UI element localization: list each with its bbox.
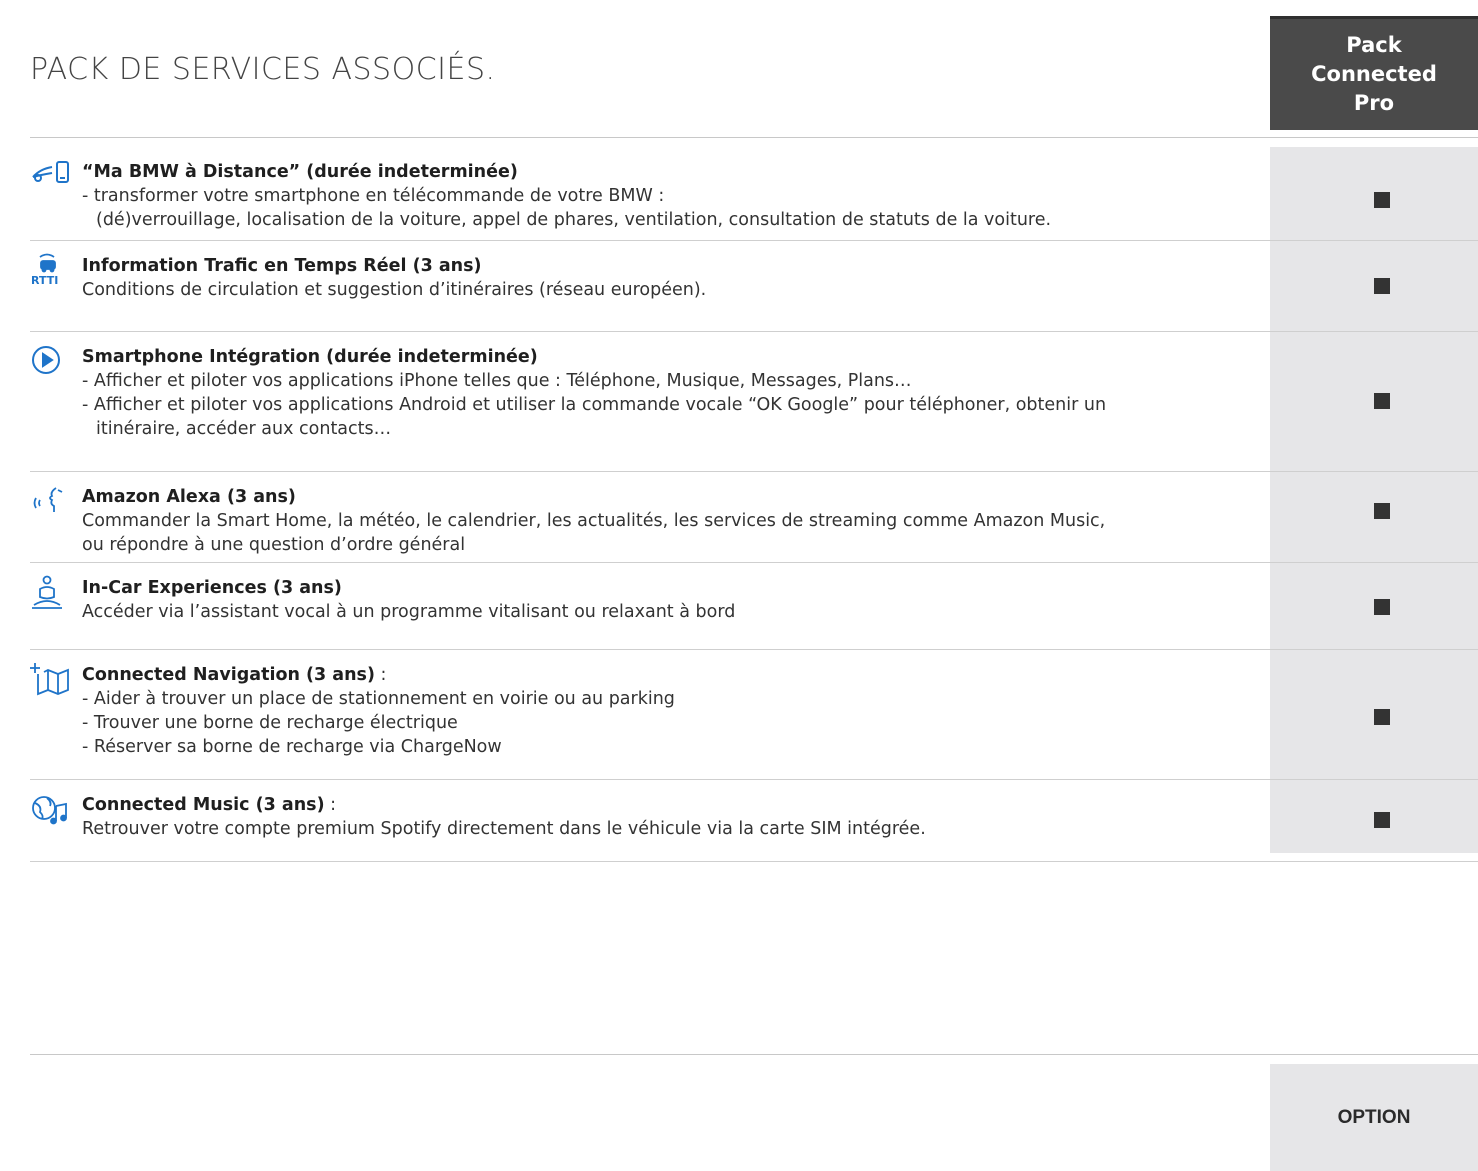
included-mark (1374, 192, 1390, 208)
service-row: “Ma BMW à Distance” (durée indeterminée)… (30, 147, 1478, 241)
service-description-line: (dé)verrouillage, localisation de la voi… (96, 210, 1052, 230)
service-row: Connected Music (3 ans) : Retrouver votr… (30, 780, 1478, 862)
service-description-line: - Réserver sa borne de recharge via Char… (82, 737, 502, 757)
remote-phone-car-icon (30, 159, 74, 193)
service-heading: Smartphone Intégration (durée indetermin… (82, 347, 538, 367)
pack-header-line: Pro (1353, 91, 1395, 115)
service-heading: Connected Navigation (3 ans) (82, 665, 375, 685)
service-description-line: - Afficher et piloter vos applications A… (82, 395, 1107, 415)
map-plus-icon (30, 662, 74, 696)
service-row: Connected Navigation (3 ans) : - Aider à… (30, 650, 1478, 780)
service-heading: Amazon Alexa (3 ans) (82, 487, 296, 507)
service-description-line: - transformer votre smartphone en téléco… (82, 186, 665, 206)
service-description-line: - Aider à trouver un place de stationnem… (82, 689, 675, 709)
included-mark (1374, 709, 1390, 725)
service-description-line: Retrouver votre compte premium Spotify d… (82, 819, 926, 839)
meditation-person-icon (30, 575, 74, 609)
included-mark (1374, 503, 1390, 519)
option-label: OPTION (1337, 1106, 1411, 1128)
globe-music-icon (30, 792, 74, 826)
pack-header-line: Pack (1346, 33, 1402, 57)
pack-column-header: Pack Connected Pro (1270, 16, 1478, 130)
service-description-line: ou répondre à une question d’ordre génér… (82, 535, 466, 555)
service-row: Amazon Alexa (3 ans) Commander la Smart … (30, 472, 1478, 563)
option-cell: OPTION (1270, 1064, 1478, 1171)
heading-suffix: : (324, 795, 337, 815)
service-description-line: Conditions de circulation et suggestion … (82, 280, 707, 300)
rtti-traffic-icon: RTTI (30, 253, 74, 287)
voice-assistant-icon (30, 484, 74, 518)
service-heading: Connected Music (3 ans) (82, 795, 325, 815)
header-divider (30, 137, 1478, 138)
included-mark (1374, 278, 1390, 294)
play-circle-icon (30, 344, 74, 378)
service-description-line: - Trouver une borne de recharge électriq… (82, 713, 458, 733)
included-mark (1374, 599, 1390, 615)
service-description-line: - Afficher et piloter vos applications i… (82, 371, 912, 391)
service-heading: “Ma BMW à Distance” (durée indeterminée) (82, 162, 518, 182)
page-title: PACK DE SERVICES ASSOCIÉS. (30, 52, 496, 87)
pack-header-line: Connected (1311, 62, 1437, 86)
service-description-line: itinéraire, accéder aux contacts… (96, 419, 392, 439)
service-heading: Information Trafic en Temps Réel (3 ans) (82, 256, 482, 276)
services-table: “Ma BMW à Distance” (durée indeterminée)… (30, 147, 1478, 862)
service-row: In-Car Experiences (3 ans) Accéder via l… (30, 563, 1478, 650)
heading-suffix: : (374, 665, 387, 685)
footer-divider (30, 1054, 1478, 1055)
svg-text:RTTI: RTTI (31, 274, 58, 287)
service-row: RTTI Information Trafic en Temps Réel (3… (30, 241, 1478, 332)
included-mark (1374, 812, 1390, 828)
service-row: Smartphone Intégration (durée indetermin… (30, 332, 1478, 472)
service-heading: In-Car Experiences (3 ans) (82, 578, 342, 598)
included-mark (1374, 393, 1390, 409)
service-description-line: Accéder via l’assistant vocal à un progr… (82, 602, 736, 622)
service-description-line: Commander la Smart Home, la météo, le ca… (82, 511, 1106, 531)
